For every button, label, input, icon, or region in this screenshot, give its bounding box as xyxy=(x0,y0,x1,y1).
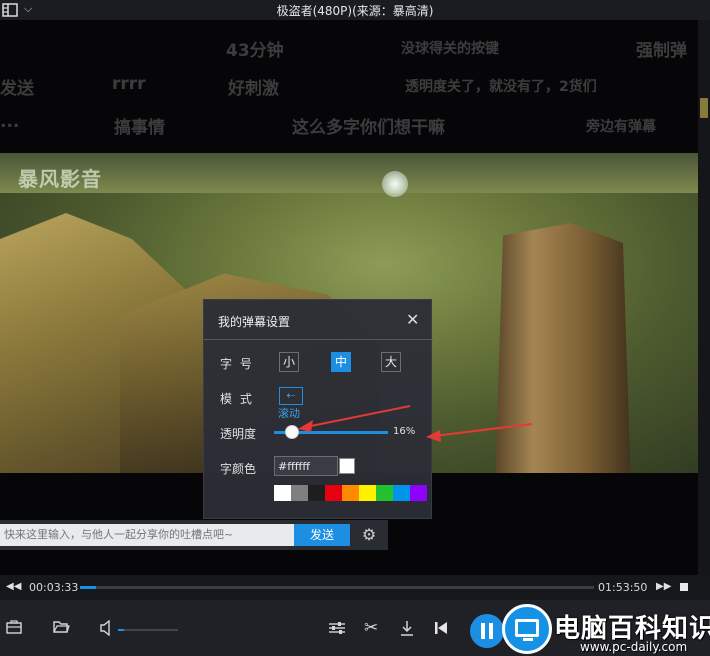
video-watermark: 暴风影音 xyxy=(18,167,102,191)
scrollbar[interactable] xyxy=(698,20,710,575)
danmaku-item: 强制弹 xyxy=(636,41,687,61)
progress-bar-fill xyxy=(80,586,96,589)
total-time: 01:53:50 xyxy=(598,581,648,594)
window-title: 极盗者(480P)(来源：暴高清) xyxy=(276,4,434,18)
font-color-input[interactable] xyxy=(274,456,338,476)
comment-bar: 发送 ⚙ xyxy=(0,520,388,550)
fast-forward-icon[interactable]: ▶▶ xyxy=(656,581,671,592)
color-swatch[interactable] xyxy=(325,485,342,501)
rewind-icon[interactable]: ◀◀ xyxy=(6,581,21,592)
stop-icon[interactable] xyxy=(680,583,688,591)
previous-icon[interactable] xyxy=(434,621,448,635)
monitor-icon xyxy=(502,604,552,654)
panel-title: 我的弹幕设置 xyxy=(218,315,291,329)
pause-icon xyxy=(481,623,485,639)
font-color-preview xyxy=(339,458,355,474)
color-swatches xyxy=(274,485,427,501)
volume-icon[interactable] xyxy=(100,620,114,636)
danmaku-item: ... xyxy=(0,112,20,132)
danmaku-item: 这么多字你们想干嘛 xyxy=(292,118,445,138)
pause-icon xyxy=(489,623,493,639)
player-window: ⌵ 极盗者(480P)(来源：暴高清) 暴风影音 43分钟 没球得关的按键 强制… xyxy=(0,0,710,656)
danmaku-item: 搞事情 xyxy=(114,118,165,138)
danmaku-item: rrrr xyxy=(112,74,146,94)
volume-slider[interactable] xyxy=(118,629,178,631)
panel-header: 我的弹幕设置 ✕ xyxy=(204,300,433,340)
send-button[interactable]: 发送 xyxy=(294,524,350,546)
progress-area: ◀◀ 00:03:33 01:53:50 ▶▶ xyxy=(0,575,710,600)
video-sun xyxy=(382,171,408,197)
danmaku-item: 发送 xyxy=(0,79,34,99)
opacity-value: 16% xyxy=(393,426,416,437)
color-swatch[interactable] xyxy=(291,485,308,501)
arrow-left-icon: ⇠ xyxy=(286,389,296,402)
scrollbar-thumb[interactable] xyxy=(700,98,708,118)
scissors-icon[interactable]: ✂ xyxy=(364,618,378,638)
danmaku-item: 透明度关了，就没有了，2货们 xyxy=(405,79,597,95)
color-swatch[interactable] xyxy=(393,485,410,501)
color-swatch[interactable] xyxy=(342,485,359,501)
opacity-label: 透明度 xyxy=(220,427,257,441)
site-logo: 电脑百科知识 www.pc-daily.com xyxy=(502,604,710,656)
comment-input[interactable] xyxy=(0,524,294,546)
color-swatch[interactable] xyxy=(308,485,325,501)
font-size-small-button[interactable]: 小 xyxy=(279,352,299,372)
progress-bar[interactable] xyxy=(80,586,594,589)
font-size-large-button[interactable]: 大 xyxy=(381,352,401,372)
font-size-label: 字 号 xyxy=(220,357,254,371)
video-sky xyxy=(0,153,698,193)
mode-label: 模 式 xyxy=(220,392,254,406)
close-icon[interactable]: ✕ xyxy=(406,310,419,329)
title-bar: ⌵ 极盗者(480P)(来源：暴高清) xyxy=(0,0,710,20)
gear-icon[interactable]: ⚙ xyxy=(360,526,378,544)
font-size-medium-button[interactable]: 中 xyxy=(331,352,351,372)
pause-button[interactable] xyxy=(470,614,504,648)
scroll-mode-label: 滚动 xyxy=(278,407,300,420)
danmaku-settings-panel: 我的弹幕设置 ✕ 字 号 小 中 大 模 式 ⇠ 滚动 透明度 16% 字颜色 xyxy=(203,299,433,519)
video-rock-pillar xyxy=(495,223,631,473)
logo-url: www.pc-daily.com xyxy=(580,640,688,654)
color-swatch[interactable] xyxy=(274,485,291,501)
danmaku-item: 好刺激 xyxy=(228,79,279,99)
font-color-label: 字颜色 xyxy=(220,462,257,476)
volume-slider-fill xyxy=(118,629,124,631)
equalizer-icon[interactable] xyxy=(328,621,346,635)
danmaku-item: 旁边有弹幕 xyxy=(586,119,656,135)
current-time: 00:03:33 xyxy=(29,581,79,594)
color-swatch[interactable] xyxy=(359,485,376,501)
toolbox-icon[interactable] xyxy=(6,620,22,634)
download-icon[interactable] xyxy=(400,620,414,636)
opacity-slider-handle[interactable] xyxy=(285,425,300,439)
folder-open-icon[interactable] xyxy=(53,620,70,634)
color-swatch[interactable] xyxy=(376,485,393,501)
scroll-mode-button[interactable]: ⇠ xyxy=(279,387,303,405)
color-swatch[interactable] xyxy=(410,485,427,501)
danmaku-item: 没球得关的按键 xyxy=(401,41,499,57)
danmaku-item: 43分钟 xyxy=(226,41,284,61)
